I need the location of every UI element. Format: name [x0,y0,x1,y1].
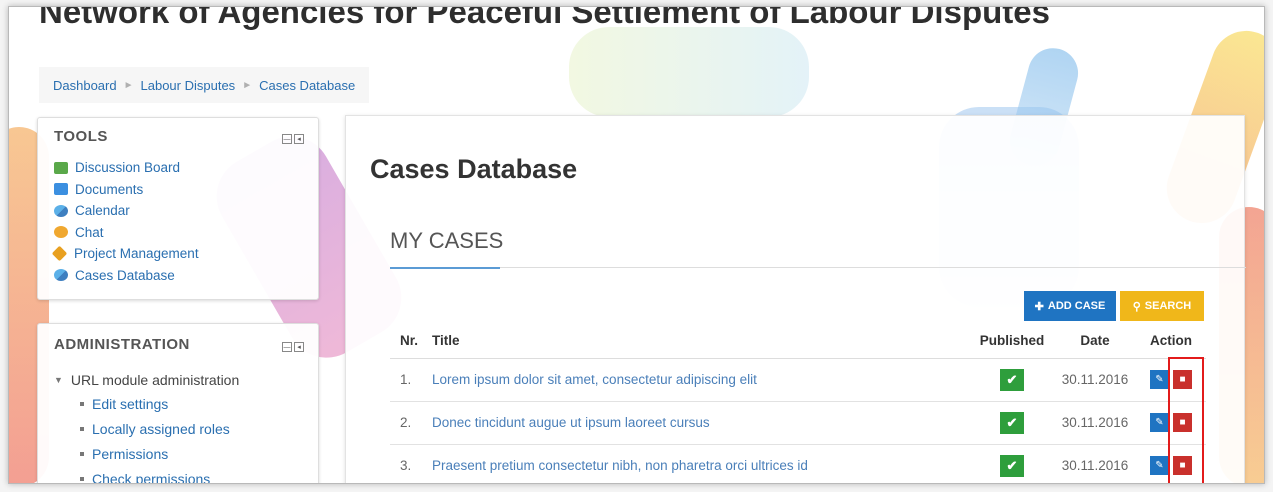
tools-item-chat[interactable]: Chat [54,222,302,244]
published-check-icon[interactable]: ✔ [1000,454,1024,477]
admin-item-edit-settings[interactable]: Edit settings [80,391,302,416]
chat-icon [54,226,68,239]
case-title-link[interactable]: Donec tincidunt augue ut ipsum laoreet c… [432,401,970,445]
admin-item-check-permissions[interactable]: Check permissions [80,466,302,484]
database-icon [54,269,68,282]
row-number: 1. [390,358,432,402]
delete-column-highlight [1168,357,1204,483]
admin-item-locally-assigned-roles[interactable]: Locally assigned roles [80,416,302,441]
admin-item-label: Check permissions [92,470,211,484]
section-divider [390,267,1246,269]
add-case-button[interactable]: ✚ ADD CASE [1024,291,1116,321]
tools-item-project-management[interactable]: Project Management [51,243,302,265]
tools-item-label: Project Management [74,246,199,262]
dock-icon[interactable]: ◂ [294,342,304,352]
column-header-date: Date [1054,324,1136,359]
administration-block: ADMINISTRATION — ◂ ▼ URL module administ… [37,323,319,484]
row-number: 2. [390,401,432,445]
calendar-icon [54,204,68,217]
breadcrumb-separator-icon: ► [123,79,134,91]
column-header-nr: Nr. [390,324,432,359]
tools-item-label: Documents [75,181,144,197]
bullet-icon [80,426,84,431]
dock-icon[interactable]: ◂ [294,134,304,144]
main-content: Cases Database MY CASES ✚ ADD CASE ⚲ SEA… [345,115,1246,483]
date-cell: 30.11.2016 [1054,401,1136,445]
tools-item-label: Cases Database [75,267,175,283]
admin-item-label: Permissions [92,445,169,462]
column-header-action: Action [1136,324,1206,359]
breadcrumb-cases-database[interactable]: Cases Database [259,78,355,93]
block-controls: — ◂ [282,134,304,144]
page-title: Cases Database [370,154,578,184]
table-row: 1. Lorem ipsum dolor sit amet, consectet… [390,358,1206,402]
discussion-icon [54,161,68,174]
search-label: SEARCH [1144,300,1192,312]
published-cell: ✔ [970,444,1054,483]
project-icon [51,245,68,262]
block-controls: — ◂ [282,342,304,352]
published-check-icon[interactable]: ✔ [1000,411,1024,434]
row-number: 3. [390,444,432,483]
published-cell: ✔ [970,401,1054,445]
column-header-title: Title [432,324,970,359]
published-check-icon[interactable]: ✔ [1000,368,1024,391]
cases-table: Nr. Title Published Date Action 1. Lorem… [390,324,1206,483]
bullet-icon [80,476,84,481]
admin-item-label: Edit settings [92,395,169,412]
tools-item-calendar[interactable]: Calendar [54,200,302,222]
admin-item-url-module[interactable]: ▼ URL module administration [54,369,302,391]
breadcrumb-dashboard[interactable]: Dashboard [53,78,117,93]
admin-item-label: URL module administration [70,372,240,388]
tools-block-title: TOOLS [54,128,108,145]
search-button[interactable]: ⚲ SEARCH [1120,291,1204,321]
date-cell: 30.11.2016 [1054,358,1136,402]
tools-item-label: Chat [75,224,104,240]
breadcrumb-labour-disputes[interactable]: Labour Disputes [141,78,236,93]
admin-item-label: Locally assigned roles [92,420,230,437]
browser-frame: Network of Agencies for Peaceful Settlem… [8,6,1265,484]
folder-icon [54,183,68,196]
published-cell: ✔ [970,358,1054,402]
plus-icon: ✚ [1034,300,1044,313]
tools-item-label: Discussion Board [75,160,181,176]
collapse-icon[interactable]: — [282,342,292,352]
bullet-icon [80,451,84,456]
section-title: MY CASES [390,228,504,253]
add-case-label: ADD CASE [1047,300,1106,312]
search-icon: ⚲ [1132,300,1141,313]
tools-item-discussion-board[interactable]: Discussion Board [54,157,302,179]
tools-item-cases-database[interactable]: Cases Database [54,265,302,287]
breadcrumb-separator-icon: ► [242,79,253,91]
table-row: 3. Praesent pretium consectetur nibh, no… [390,444,1206,483]
edit-icon[interactable]: ✎ [1150,456,1169,475]
edit-icon[interactable]: ✎ [1150,370,1169,389]
table-header-row: Nr. Title Published Date Action [390,324,1206,359]
breadcrumb: Dashboard ► Labour Disputes ► Cases Data… [39,67,370,103]
site-title: Network of Agencies for Peaceful Settlem… [39,6,1050,30]
edit-icon[interactable]: ✎ [1150,413,1169,432]
date-cell: 30.11.2016 [1054,444,1136,483]
background-decoration [569,27,809,117]
bullet-icon [80,401,84,406]
admin-item-permissions[interactable]: Permissions [80,441,302,466]
column-header-published: Published [970,324,1054,359]
case-title-link[interactable]: Lorem ipsum dolor sit amet, consectetur … [432,358,970,402]
table-row: 2. Donec tincidunt augue ut ipsum laoree… [390,401,1206,445]
tools-block: TOOLS — ◂ Discussion Board Documents Cal… [37,117,319,300]
tools-item-label: Calendar [75,203,130,219]
collapse-icon[interactable]: — [282,134,292,144]
administration-block-title: ADMINISTRATION [54,336,190,353]
caret-down-icon: ▼ [54,375,63,385]
tools-item-documents[interactable]: Documents [54,179,302,201]
case-title-link[interactable]: Praesent pretium consectetur nibh, non p… [432,444,970,483]
